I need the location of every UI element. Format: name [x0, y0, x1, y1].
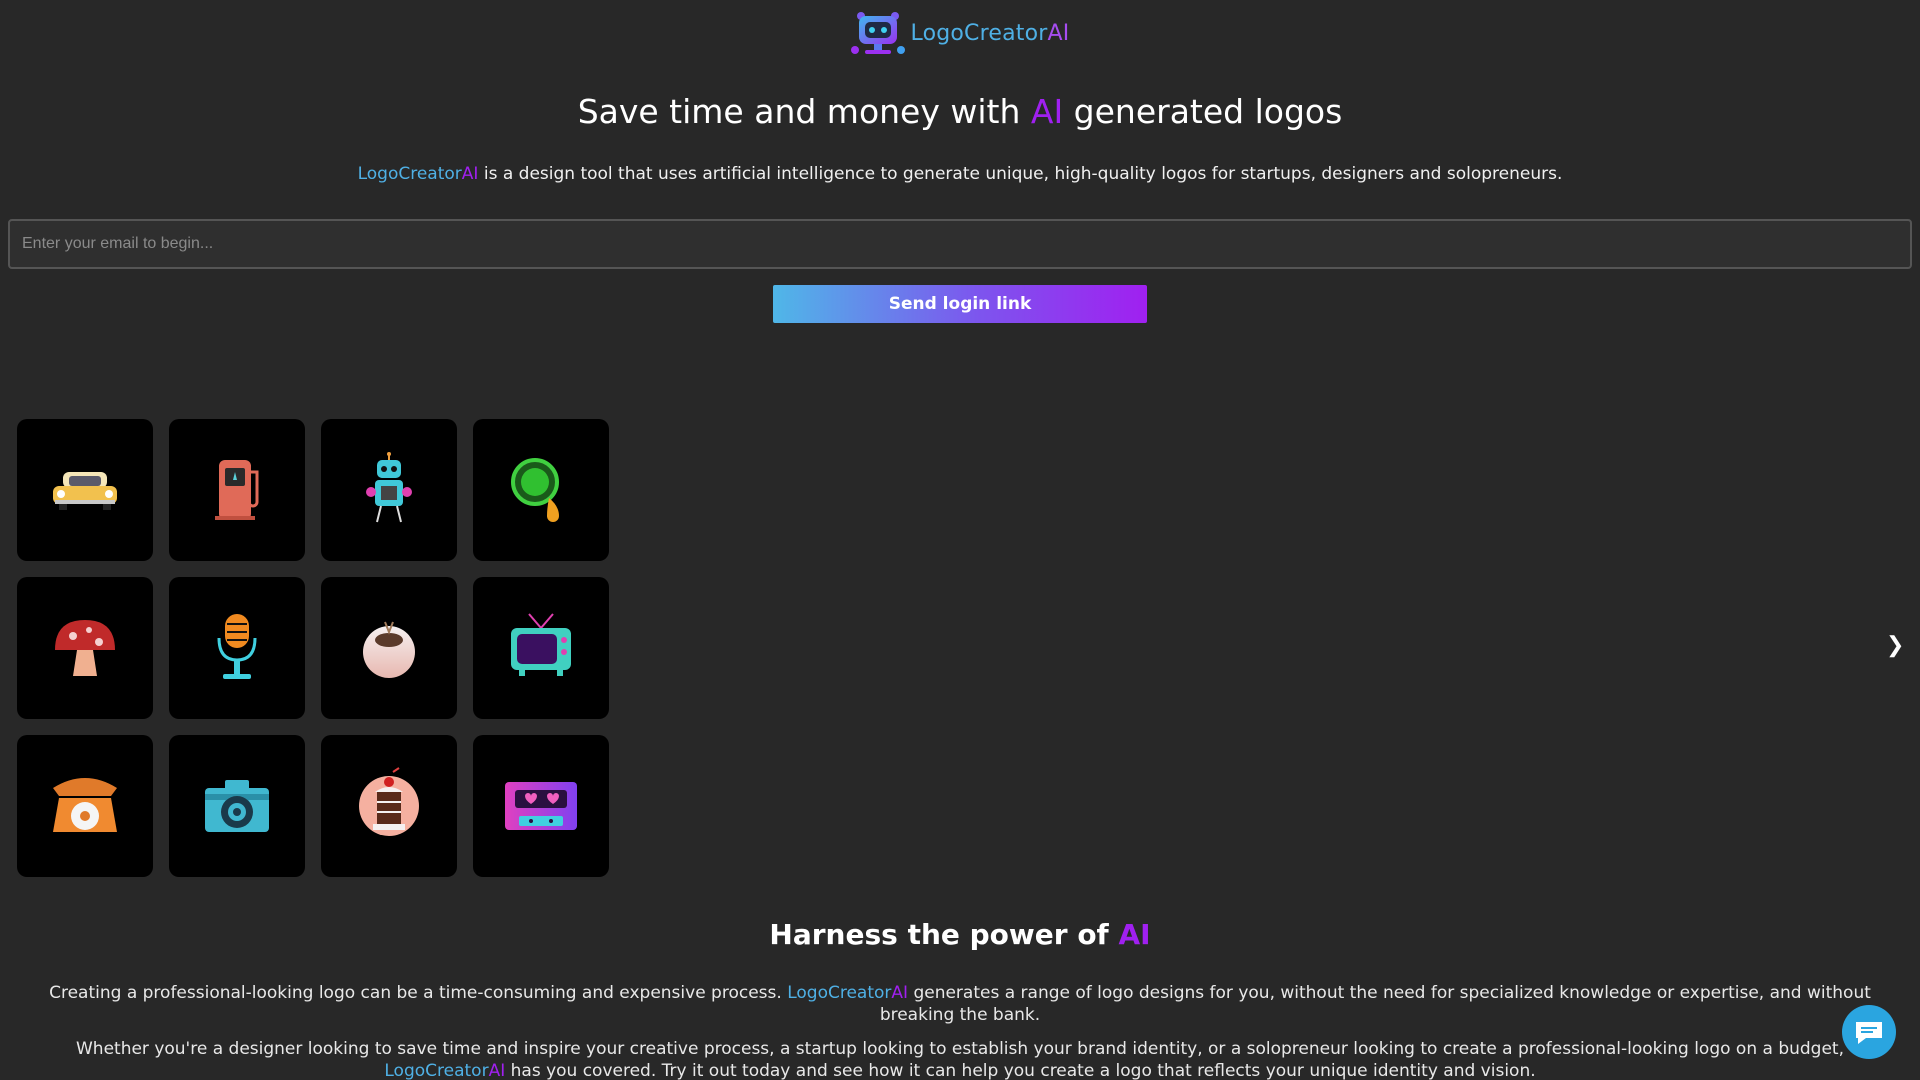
car-icon: [53, 472, 117, 510]
logo-tile-robot[interactable]: [321, 419, 457, 561]
tv-icon: [511, 613, 571, 676]
robot-logo-icon: [850, 12, 905, 54]
hero-sub-text: is a design tool that uses artificial in…: [478, 164, 1563, 184]
camera-icon: [205, 780, 269, 832]
harness-title-highlight: AI: [1118, 918, 1151, 951]
harness-p2-after: has you covered. Try it out today and se…: [505, 1061, 1536, 1080]
chat-icon: [1856, 1022, 1882, 1044]
harness-p2-brand1: LogoCreator: [384, 1061, 489, 1080]
harness-paragraph-2: Whether you're a designer looking to sav…: [0, 1038, 1920, 1080]
hero-subtitle: LogoCreatorAI is a design tool that uses…: [0, 164, 1920, 184]
harness-p2-brand2: AI: [488, 1061, 506, 1080]
logo-tile-coconut[interactable]: [321, 577, 457, 719]
harness-title: Harness the power of AI: [0, 918, 1920, 951]
logo-tile-milkshake[interactable]: [321, 735, 457, 877]
send-login-link-button[interactable]: Send login link: [773, 285, 1147, 323]
email-input[interactable]: [8, 219, 1912, 269]
chat-widget-button[interactable]: [1842, 1005, 1896, 1059]
harness-p1-before: Creating a professional-looking logo can…: [49, 983, 788, 1003]
brand-name-part1: LogoCreator: [910, 20, 1048, 46]
logo-tile-car[interactable]: [17, 419, 153, 561]
harness-p2-before: Whether you're a designer looking to sav…: [75, 1039, 1845, 1059]
page: LogoCreatorAI Save time and money with A…: [0, 0, 1920, 1080]
harness-p1-brand2: AI: [891, 983, 909, 1003]
hero-title-after: generated logos: [1063, 92, 1343, 131]
harness-paragraph-1: Creating a professional-looking logo can…: [0, 982, 1920, 1026]
brand-header[interactable]: LogoCreatorAI: [0, 10, 1920, 56]
hero-title-before: Save time and money with: [577, 92, 1031, 131]
microphone-icon: [217, 614, 257, 679]
logo-tile-magnifier[interactable]: [473, 419, 609, 561]
logo-tile-telephone[interactable]: [17, 735, 153, 877]
harness-title-before: Harness the power of: [769, 918, 1119, 951]
magnifier-icon: [511, 458, 559, 522]
hero-title-highlight: AI: [1030, 92, 1064, 131]
harness-p1-after: generates a range of logo designs for yo…: [879, 983, 1871, 1025]
carousel-next-button[interactable]: ❯: [1886, 634, 1904, 656]
brand-name-part2: AI: [1047, 20, 1070, 46]
fuel-pump-icon: [215, 460, 259, 520]
harness-p1-brand1: LogoCreator: [787, 983, 892, 1003]
milkshake-icon: [359, 767, 419, 836]
mushroom-icon: [55, 620, 115, 676]
logo-tile-camera[interactable]: [169, 735, 305, 877]
brand-name: LogoCreatorAI: [911, 21, 1070, 46]
coconut-icon: [363, 621, 415, 678]
logo-tile-microphone[interactable]: [169, 577, 305, 719]
telephone-icon: [53, 778, 117, 832]
logo-tile-tv[interactable]: [473, 577, 609, 719]
logo-tile-fuel-pump[interactable]: [169, 419, 305, 561]
hero-sub-brand-part1: LogoCreator: [357, 164, 462, 184]
hero-sub-brand-part2: AI: [461, 164, 479, 184]
logo-grid: [17, 419, 609, 877]
hero-title: Save time and money with AI generated lo…: [0, 92, 1920, 131]
logo-tile-mushroom[interactable]: [17, 577, 153, 719]
logo-tile-cassette[interactable]: [473, 735, 609, 877]
robot-icon: [366, 452, 412, 523]
cassette-icon: [505, 782, 577, 830]
